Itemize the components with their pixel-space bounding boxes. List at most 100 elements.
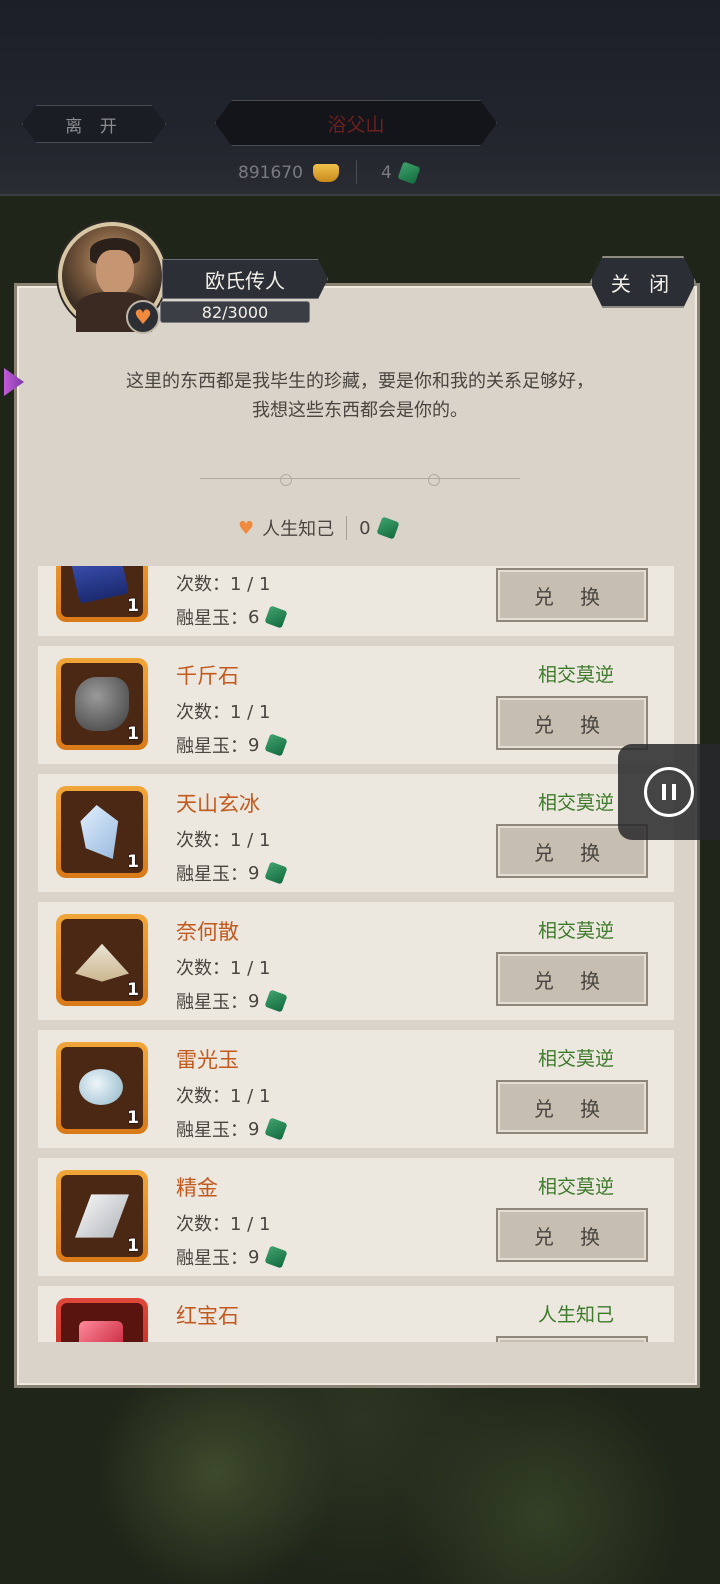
item-quantity: 1 <box>127 596 139 616</box>
item-name: 天山玄冰 <box>176 792 260 816</box>
item-count: 次数：1 / 1 <box>176 574 271 595</box>
redeem-button[interactable]: 兑 换 <box>496 952 648 1006</box>
item-quantity: 1 <box>127 852 139 872</box>
price-label: 融星玉： <box>176 608 248 629</box>
price-value: 9 <box>248 1246 260 1268</box>
relation-level: 人生知己 <box>262 519 335 540</box>
jade-icon <box>264 989 288 1013</box>
jade-icon <box>264 861 288 885</box>
item-slot[interactable]: 1 <box>56 1170 148 1262</box>
item-name: 红宝石 <box>176 1304 239 1328</box>
item-quantity: 1 <box>127 1236 139 1256</box>
jade-icon <box>264 1117 288 1141</box>
price-value: 9 <box>248 862 260 884</box>
item-slot[interactable]: 1 <box>56 658 148 750</box>
item-count: 次数：1 / 1 <box>176 1086 271 1107</box>
jade-counter: 4 <box>381 158 421 188</box>
dialogue-line-2: 我想这些东西都会是你的。 <box>252 400 468 421</box>
npc-name: 欧氏传人 <box>162 259 328 299</box>
status-divider <box>346 516 348 540</box>
stone-icon <box>75 677 129 731</box>
currency-divider <box>356 160 357 184</box>
jade-icon <box>264 733 288 757</box>
ornament-divider <box>200 474 520 486</box>
item-name: 千斤石 <box>176 664 239 688</box>
exchange-list[interactable]: 1 次数：1 / 1 融星玉： 6 兑 换 1 千斤石 相交莫逆 次数：1 / … <box>38 566 674 1342</box>
list-item: 1 次数：1 / 1 融星玉： 6 兑 换 <box>38 566 674 636</box>
price-label: 融星玉： <box>176 1248 248 1269</box>
redeem-button[interactable]: 兑 换 <box>496 568 648 622</box>
price-label: 融星玉： <box>176 992 248 1013</box>
item-quantity: 1 <box>127 1108 139 1128</box>
item-name: 奈何散 <box>176 920 239 944</box>
item-requirement: 相交莫逆 <box>537 1176 614 1198</box>
gold-ingot-icon <box>75 1194 129 1238</box>
list-item: 1 雷光玉 相交莫逆 次数：1 / 1 融星玉： 9 兑 换 <box>38 1030 674 1148</box>
leave-button[interactable]: 离 开 <box>22 105 166 143</box>
item-price: 融星玉： 6 <box>176 604 288 630</box>
price-label: 融星玉： <box>176 1120 248 1141</box>
list-item: 红宝石 人生知己 次数 <box>38 1286 674 1342</box>
top-background <box>0 0 720 196</box>
jade-icon <box>397 161 421 185</box>
close-button[interactable]: 关 闭 <box>590 256 696 308</box>
list-item: 1 天山玄冰 相交莫逆 次数：1 / 1 融星玉： 9 兑 换 <box>38 774 674 892</box>
powder-icon <box>75 943 129 982</box>
list-item: 1 奈何散 相交莫逆 次数：1 / 1 融星玉： 9 兑 换 <box>38 902 674 1020</box>
price-value: 9 <box>248 1118 260 1140</box>
jade-icon <box>264 1245 288 1269</box>
jade-icon <box>376 516 400 540</box>
item-slot[interactable]: 1 <box>56 1042 148 1134</box>
redeem-button[interactable]: 兑 换 <box>496 1080 648 1134</box>
book-icon <box>71 566 129 604</box>
price-label: 融星玉： <box>176 864 248 885</box>
heart-icon: ♥ <box>126 300 160 334</box>
item-slot[interactable] <box>56 1298 148 1342</box>
item-price: 融星玉： 9 <box>176 1244 288 1270</box>
relation-status: ♥ 人生知己 0 <box>238 513 400 543</box>
dialogue-line-1: 这里的东西都是我毕生的珍藏，要是你和我的关系足够好， <box>126 371 594 392</box>
item-count: 次数：1 / 1 <box>176 958 271 979</box>
item-quantity: 1 <box>127 980 139 1000</box>
item-slot[interactable]: 1 <box>56 786 148 878</box>
portrait-face <box>96 250 134 296</box>
price-label: 融星玉： <box>176 736 248 757</box>
item-price: 融星玉： 9 <box>176 1116 288 1142</box>
item-count: 次数：1 / 1 <box>176 830 271 851</box>
gold-amount: 891670 <box>238 163 303 183</box>
item-count: 次数 <box>176 1338 212 1342</box>
ice-crystal-icon <box>80 805 119 859</box>
item-requirement: 相交莫逆 <box>537 792 614 814</box>
item-requirement: 相交莫逆 <box>537 920 614 942</box>
jade-icon <box>264 605 288 629</box>
ruby-icon <box>79 1321 123 1342</box>
item-name: 雷光玉 <box>176 1048 239 1072</box>
item-price: 融星玉： 9 <box>176 988 288 1014</box>
item-price: 融星玉： 9 <box>176 860 288 886</box>
price-value: 6 <box>248 606 260 628</box>
price-value: 9 <box>248 990 260 1012</box>
pause-button[interactable] <box>618 744 720 840</box>
item-price: 融星玉： 9 <box>176 732 288 758</box>
gold-ingot-icon <box>312 164 339 182</box>
redeem-button[interactable] <box>496 1336 648 1342</box>
item-requirement: 相交莫逆 <box>537 664 614 686</box>
pause-icon <box>644 767 694 817</box>
thunder-jade-icon <box>79 1069 123 1105</box>
item-count: 次数：1 / 1 <box>176 1214 271 1235</box>
list-item: 1 精金 相交莫逆 次数：1 / 1 融星玉： 9 兑 换 <box>38 1158 674 1276</box>
list-item: 1 千斤石 相交莫逆 次数：1 / 1 融星玉： 9 兑 换 <box>38 646 674 764</box>
item-count: 次数：1 / 1 <box>176 702 271 723</box>
item-slot[interactable]: 1 <box>56 914 148 1006</box>
gold-counter: 891670 <box>238 158 339 188</box>
item-slot[interactable]: 1 <box>56 566 148 622</box>
item-requirement: 相交莫逆 <box>537 1048 614 1070</box>
jade-owned: 0 <box>359 517 371 539</box>
item-quantity: 1 <box>127 724 139 744</box>
redeem-button[interactable]: 兑 换 <box>496 1208 648 1262</box>
heart-icon: ♥ <box>238 517 255 539</box>
redeem-button[interactable]: 兑 换 <box>496 696 648 750</box>
price-value: 9 <box>248 734 260 756</box>
location-title: 浴父山 <box>215 100 497 146</box>
item-name: 精金 <box>176 1176 218 1200</box>
